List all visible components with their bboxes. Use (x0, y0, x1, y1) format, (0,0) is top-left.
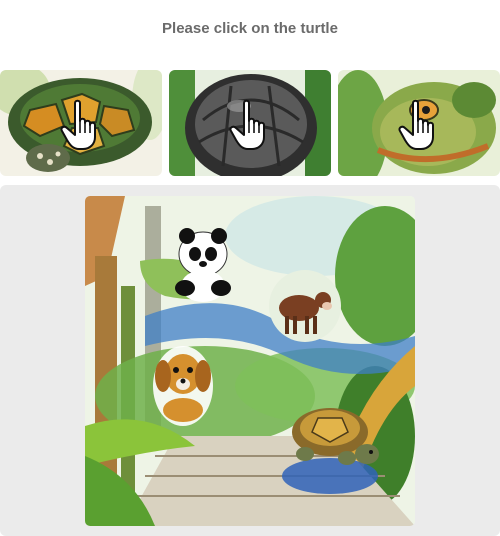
pointer-hand-icon (229, 99, 265, 150)
challenge-panel (0, 185, 500, 536)
cow (269, 270, 341, 342)
dog (153, 346, 213, 426)
example-thumbnail-2 (169, 70, 331, 176)
pointer-hand-icon (60, 99, 96, 150)
example-thumbnail-3 (338, 70, 500, 176)
challenge-image[interactable] (85, 196, 415, 526)
captcha-prompt: Please click on the turtle (162, 20, 338, 37)
example-thumbnail-1 (0, 70, 162, 176)
jungle-scene (85, 196, 415, 526)
pointer-hand-icon (398, 99, 434, 150)
